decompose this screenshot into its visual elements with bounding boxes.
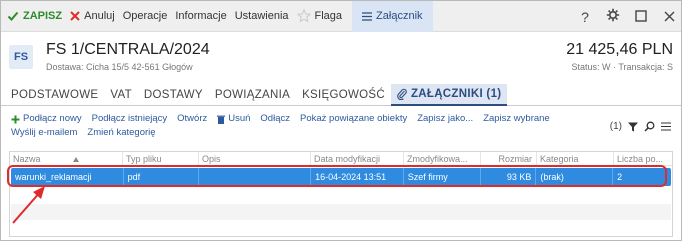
close-window-button[interactable] xyxy=(657,1,681,32)
attachment-label: Załącznik xyxy=(376,10,423,22)
detach-link[interactable]: Odłącz xyxy=(260,112,290,126)
plus-icon xyxy=(11,115,20,124)
tab-powiazania[interactable]: POWIĄZANIA xyxy=(209,84,296,106)
empty-row xyxy=(11,204,671,220)
record-count: (1) xyxy=(609,121,622,132)
tab-label: POWIĄZANIA xyxy=(214,89,291,101)
gear-icon xyxy=(606,8,620,25)
help-label: ? xyxy=(581,8,589,25)
change-category-link[interactable]: Zmień kategorię xyxy=(87,126,155,140)
column-label: Data modyfikacji xyxy=(314,154,381,164)
document-amount: 21 425,46 PLN xyxy=(566,41,673,58)
show-related-link[interactable]: Pokaż powiązane obiekty xyxy=(300,112,407,126)
column-header-name[interactable]: Nazwa xyxy=(10,152,123,166)
highlight-outline xyxy=(7,165,667,187)
column-header-type[interactable]: Typ pliku xyxy=(123,152,199,166)
search-icon[interactable] xyxy=(644,121,655,132)
flag-label: Flaga xyxy=(314,10,343,22)
settings-label: Ustawienia xyxy=(234,10,289,22)
column-label: Nazwa xyxy=(13,154,41,164)
document-type-icon: FS xyxy=(9,45,33,69)
save-label: ZAPISZ xyxy=(23,10,63,22)
document-title: FS 1/CENTRALA/2024 xyxy=(46,41,210,58)
close-window-icon xyxy=(664,9,675,25)
help-button[interactable]: ? xyxy=(573,1,597,32)
tab-label: DOSTAWY xyxy=(143,89,203,101)
tab-ksiegowosc[interactable]: KSIĘGOWOŚĆ xyxy=(296,84,391,106)
operations-menu[interactable]: Operacje xyxy=(119,1,172,32)
grid-tools: (1) xyxy=(604,121,671,132)
window: ZAPISZ Anuluj Operacje Informacje Ustawi… xyxy=(0,0,682,241)
open-link[interactable]: Otwórz xyxy=(177,112,207,126)
save-selected-link[interactable]: Zapisz wybrane xyxy=(483,112,550,126)
tab-label: VAT xyxy=(110,89,132,101)
info-menu[interactable]: Informacje xyxy=(171,1,230,32)
tab-vat[interactable]: VAT xyxy=(104,84,138,106)
attachments-table: Nazwa Typ pliku Opis Data modyfikacji Zm… xyxy=(9,151,673,237)
column-header-count[interactable]: Liczba po... xyxy=(614,152,672,166)
sort-asc-icon xyxy=(72,156,79,162)
add-existing-link[interactable]: Podłącz istniejący xyxy=(92,112,168,126)
info-label: Informacje xyxy=(175,10,227,22)
column-header-modified-by[interactable]: Zmodyfikowa... xyxy=(404,152,481,166)
tab-label: KSIĘGOWOŚĆ xyxy=(302,89,385,101)
maximize-button[interactable] xyxy=(629,1,653,32)
delivery-address: Dostawa: Cicha 15/5 42-561 Głogów xyxy=(46,62,193,72)
column-label: Zmodyfikowa... xyxy=(407,154,468,164)
column-header-category[interactable]: Kategoria xyxy=(537,152,614,166)
menu-icon xyxy=(362,11,373,21)
gear-button[interactable] xyxy=(601,1,625,32)
tab-podstawowe[interactable]: PODSTAWOWE xyxy=(1,84,104,106)
close-icon xyxy=(70,11,80,21)
star-icon xyxy=(296,9,311,23)
tab-dostawy[interactable]: DOSTAWY xyxy=(138,84,209,106)
attachment-button[interactable]: Załącznik xyxy=(352,0,433,32)
column-header-description[interactable]: Opis xyxy=(199,152,311,166)
paperclip-icon xyxy=(397,88,407,100)
window-controls: ? xyxy=(569,1,681,32)
cancel-button[interactable]: Anuluj xyxy=(66,1,119,32)
delete-link[interactable]: Usuń xyxy=(217,112,250,126)
filter-icon[interactable] xyxy=(628,122,638,132)
trash-icon xyxy=(217,115,226,124)
column-header-modified[interactable]: Data modyfikacji xyxy=(311,152,404,166)
maximize-icon xyxy=(635,9,647,25)
column-label: Liczba po... xyxy=(617,154,664,164)
toolbar: ZAPISZ Anuluj Operacje Informacje Ustawi… xyxy=(1,0,681,32)
column-label: Rozmiar xyxy=(498,154,532,164)
table-header: Nazwa Typ pliku Opis Data modyfikacji Zm… xyxy=(10,152,672,166)
attachment-actions: Podłącz nowy Podłącz istniejący Otwórz U… xyxy=(11,112,571,140)
save-as-link[interactable]: Zapisz jako... xyxy=(417,112,473,126)
send-email-link[interactable]: Wyślij e-mailem xyxy=(11,126,77,140)
add-new-link[interactable]: Podłącz nowy xyxy=(11,112,82,126)
checkmark-icon xyxy=(7,10,19,22)
tab-bar: PODSTAWOWE VAT DOSTAWY POWIĄZANIA KSIĘGO… xyxy=(1,84,681,106)
document-status: Status: W · Transakcja: S xyxy=(571,62,673,72)
add-new-label: Podłącz nowy xyxy=(23,113,82,124)
annotation-arrow-icon xyxy=(12,186,45,224)
column-label: Typ pliku xyxy=(126,154,162,164)
tab-zalaczniki[interactable]: ZAŁĄCZNIKI (1) xyxy=(390,84,508,106)
flag-button[interactable]: Flaga xyxy=(293,1,347,32)
tab-label: ZAŁĄCZNIKI (1) xyxy=(410,88,502,100)
menu-icon[interactable] xyxy=(661,122,671,131)
settings-menu[interactable]: Ustawienia xyxy=(231,1,293,32)
column-header-size[interactable]: Rozmiar xyxy=(481,152,537,166)
cancel-label: Anuluj xyxy=(84,10,115,22)
delete-label: Usuń xyxy=(228,113,251,124)
tab-label: PODSTAWOWE xyxy=(11,89,99,101)
operations-label: Operacje xyxy=(122,10,168,22)
column-label: Opis xyxy=(202,154,221,164)
column-label: Kategoria xyxy=(540,154,579,164)
save-button[interactable]: ZAPISZ xyxy=(1,1,66,32)
